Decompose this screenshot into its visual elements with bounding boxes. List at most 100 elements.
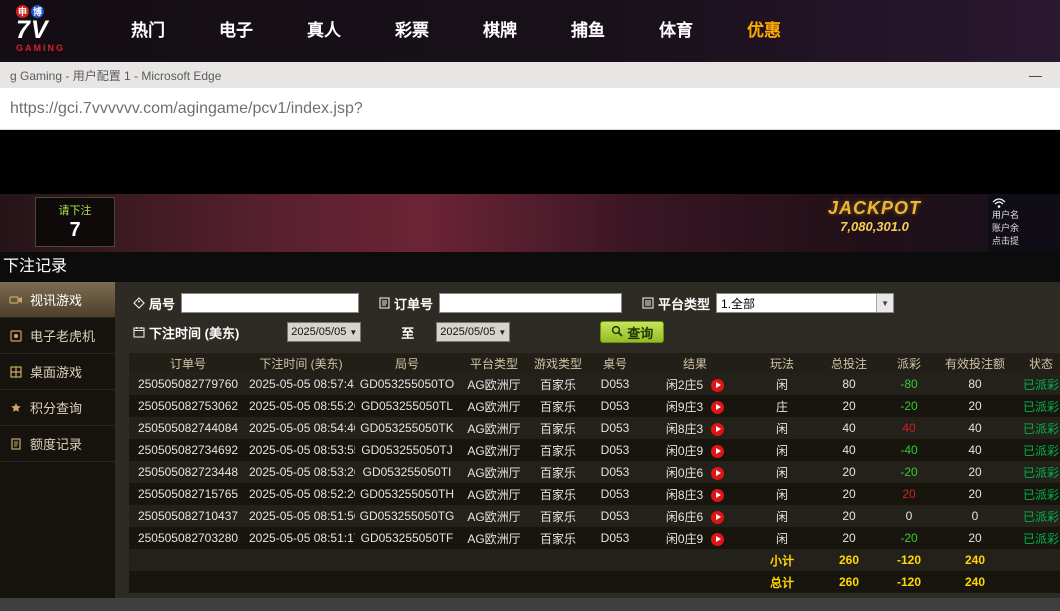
table-cell: 闲 xyxy=(747,461,817,483)
sidebar-item-label: 桌面游戏 xyxy=(30,362,82,381)
nav-item[interactable]: 真人 xyxy=(280,0,368,62)
status-cell: 已派彩 xyxy=(1013,505,1060,527)
column-header: 局号 xyxy=(355,353,459,373)
nav-item[interactable]: 体育 xyxy=(632,0,720,62)
video-play-button[interactable] xyxy=(711,489,724,502)
banner-info-line: 账户余 xyxy=(992,222,1056,235)
table-row: 2505050827234482025-05-05 08:53:26GD0532… xyxy=(129,461,1060,483)
sidebar-item[interactable]: 额度记录 xyxy=(0,426,115,462)
nav-item[interactable]: 热门 xyxy=(104,0,192,62)
total-row-cell xyxy=(355,571,459,593)
subtotal-row-cell xyxy=(587,549,643,571)
table-cell: 20 xyxy=(817,527,881,549)
column-header: 游戏类型 xyxy=(529,353,587,373)
table-cell: 百家乐 xyxy=(529,505,587,527)
round-input[interactable] xyxy=(181,293,359,313)
subtotal-row: 小计260-120240 xyxy=(129,549,1060,571)
subtotal-row-cell xyxy=(529,549,587,571)
window-title: g Gaming - 用户配置 1 - Microsoft Edge xyxy=(10,67,221,84)
video-play-button[interactable] xyxy=(711,401,724,414)
status-cell: 已派彩 xyxy=(1013,483,1060,505)
table-cell: 2025-05-05 08:57:41 xyxy=(247,373,355,395)
result-text: 闲6庄6 xyxy=(666,510,703,524)
table-cell: 闲 xyxy=(747,483,817,505)
filter-row-1: 局号 订单号 平台类型 1.全部 ▼ xyxy=(129,292,1060,314)
total-row-cell xyxy=(643,571,747,593)
status-cell: 已派彩 xyxy=(1013,417,1060,439)
sidebar-item-label: 积分查询 xyxy=(30,398,82,417)
table-cell: 2025-05-05 08:54:40 xyxy=(247,417,355,439)
order-input[interactable] xyxy=(439,293,622,313)
sidebar-item[interactable]: 视讯游戏 xyxy=(0,282,115,318)
total-row-cell xyxy=(587,571,643,593)
bet-time-label: 下注时间 (美东) xyxy=(133,323,239,342)
table-cell: GD053255050TI xyxy=(355,461,459,483)
nav-item[interactable]: 优惠 xyxy=(720,0,808,62)
status-cell: 已派彩 xyxy=(1013,527,1060,549)
table-cell: GD053255050TG xyxy=(355,505,459,527)
subtotal-row-cell xyxy=(247,549,355,571)
nav-item[interactable]: 电子 xyxy=(192,0,280,62)
platform-filter-label: 平台类型 xyxy=(642,294,710,313)
result-text: 闲0庄6 xyxy=(666,466,703,480)
result-cell: 闲0庄6 xyxy=(643,461,747,483)
table-cell: GD053255050TK xyxy=(355,417,459,439)
search-button[interactable]: 查询 xyxy=(600,321,664,343)
video-camera-icon xyxy=(9,293,23,307)
jackpot-amount: 7,080,301.0 xyxy=(828,219,921,234)
table-cell: 闲 xyxy=(747,505,817,527)
sidebar-item[interactable]: 电子老虎机 xyxy=(0,318,115,354)
content-panel: 局号 订单号 平台类型 1.全部 ▼ xyxy=(115,282,1060,598)
table-cell: AG欧洲厅 xyxy=(459,505,529,527)
table-row: 2505050827157652025-05-05 08:52:20GD0532… xyxy=(129,483,1060,505)
result-cell: 闲0庄9 xyxy=(643,439,747,461)
top-nav-items: 热门电子真人彩票棋牌捕鱼体育优惠 xyxy=(104,0,808,62)
screen: 申 博 7V GAMING 热门电子真人彩票棋牌捕鱼体育优惠 g Gaming … xyxy=(0,0,1060,611)
platform-select[interactable]: 1.全部 ▼ xyxy=(716,293,894,313)
url-bar[interactable]: https://gci.7vvvvvv.com/agingame/pcv1/in… xyxy=(0,88,1060,130)
logo-text: 7V xyxy=(16,18,94,43)
jackpot: JACKPOT 7,080,301.0 xyxy=(828,198,921,234)
edge-titlebar: g Gaming - 用户配置 1 - Microsoft Edge — xyxy=(0,62,1060,88)
video-play-button[interactable] xyxy=(711,511,724,524)
total-row-cell: 总计 xyxy=(747,571,817,593)
table-game-icon xyxy=(9,365,23,379)
video-play-button[interactable] xyxy=(711,445,724,458)
nav-item[interactable]: 捕鱼 xyxy=(544,0,632,62)
wifi-icon xyxy=(992,196,1056,209)
nav-item[interactable]: 彩票 xyxy=(368,0,456,62)
table-cell: 40 xyxy=(937,439,1013,461)
nav-item[interactable]: 棋牌 xyxy=(456,0,544,62)
table-cell: 百家乐 xyxy=(529,461,587,483)
minimize-button[interactable]: — xyxy=(1021,68,1050,83)
sidebar-item[interactable]: 积分查询 xyxy=(0,390,115,426)
search-button-label: 查询 xyxy=(627,323,653,342)
to-label: 至 xyxy=(401,323,414,342)
sidebar-item[interactable]: 桌面游戏 xyxy=(0,354,115,390)
date-from-picker[interactable]: 2025/05/05 ▼ xyxy=(287,322,361,342)
table-row: 2505050827032802025-05-05 08:51:17GD0532… xyxy=(129,527,1060,549)
result-cell: 闲8庄3 xyxy=(643,417,747,439)
table-cell: D053 xyxy=(587,527,643,549)
column-header: 结果 xyxy=(643,353,747,373)
subtotal-row-cell: 小计 xyxy=(747,549,817,571)
video-play-button[interactable] xyxy=(711,423,724,436)
payout-cell: 20 xyxy=(881,483,937,505)
subtotal-row-cell: 240 xyxy=(937,549,1013,571)
table-cell: 0 xyxy=(937,505,1013,527)
video-play-button[interactable] xyxy=(711,379,724,392)
video-play-button[interactable] xyxy=(711,533,724,546)
table-cell: 250505082753062 xyxy=(129,395,247,417)
brand-logo[interactable]: 申 博 7V GAMING xyxy=(16,2,94,60)
video-play-button[interactable] xyxy=(711,467,724,480)
table-cell: AG欧洲厅 xyxy=(459,527,529,549)
table-cell: 庄 xyxy=(747,395,817,417)
table-cell: 2025-05-05 08:51:17 xyxy=(247,527,355,549)
result-cell: 闲8庄3 xyxy=(643,483,747,505)
bet-records-table: 订单号下注时间 (美东)局号平台类型游戏类型桌号结果玩法总投注派彩有效投注额状态… xyxy=(129,353,1060,593)
result-cell: 闲0庄9 xyxy=(643,527,747,549)
table-cell: 40 xyxy=(817,439,881,461)
slot-machine-icon xyxy=(9,329,23,343)
date-to-picker[interactable]: 2025/05/05 ▼ xyxy=(436,322,510,342)
table-cell: 20 xyxy=(817,505,881,527)
